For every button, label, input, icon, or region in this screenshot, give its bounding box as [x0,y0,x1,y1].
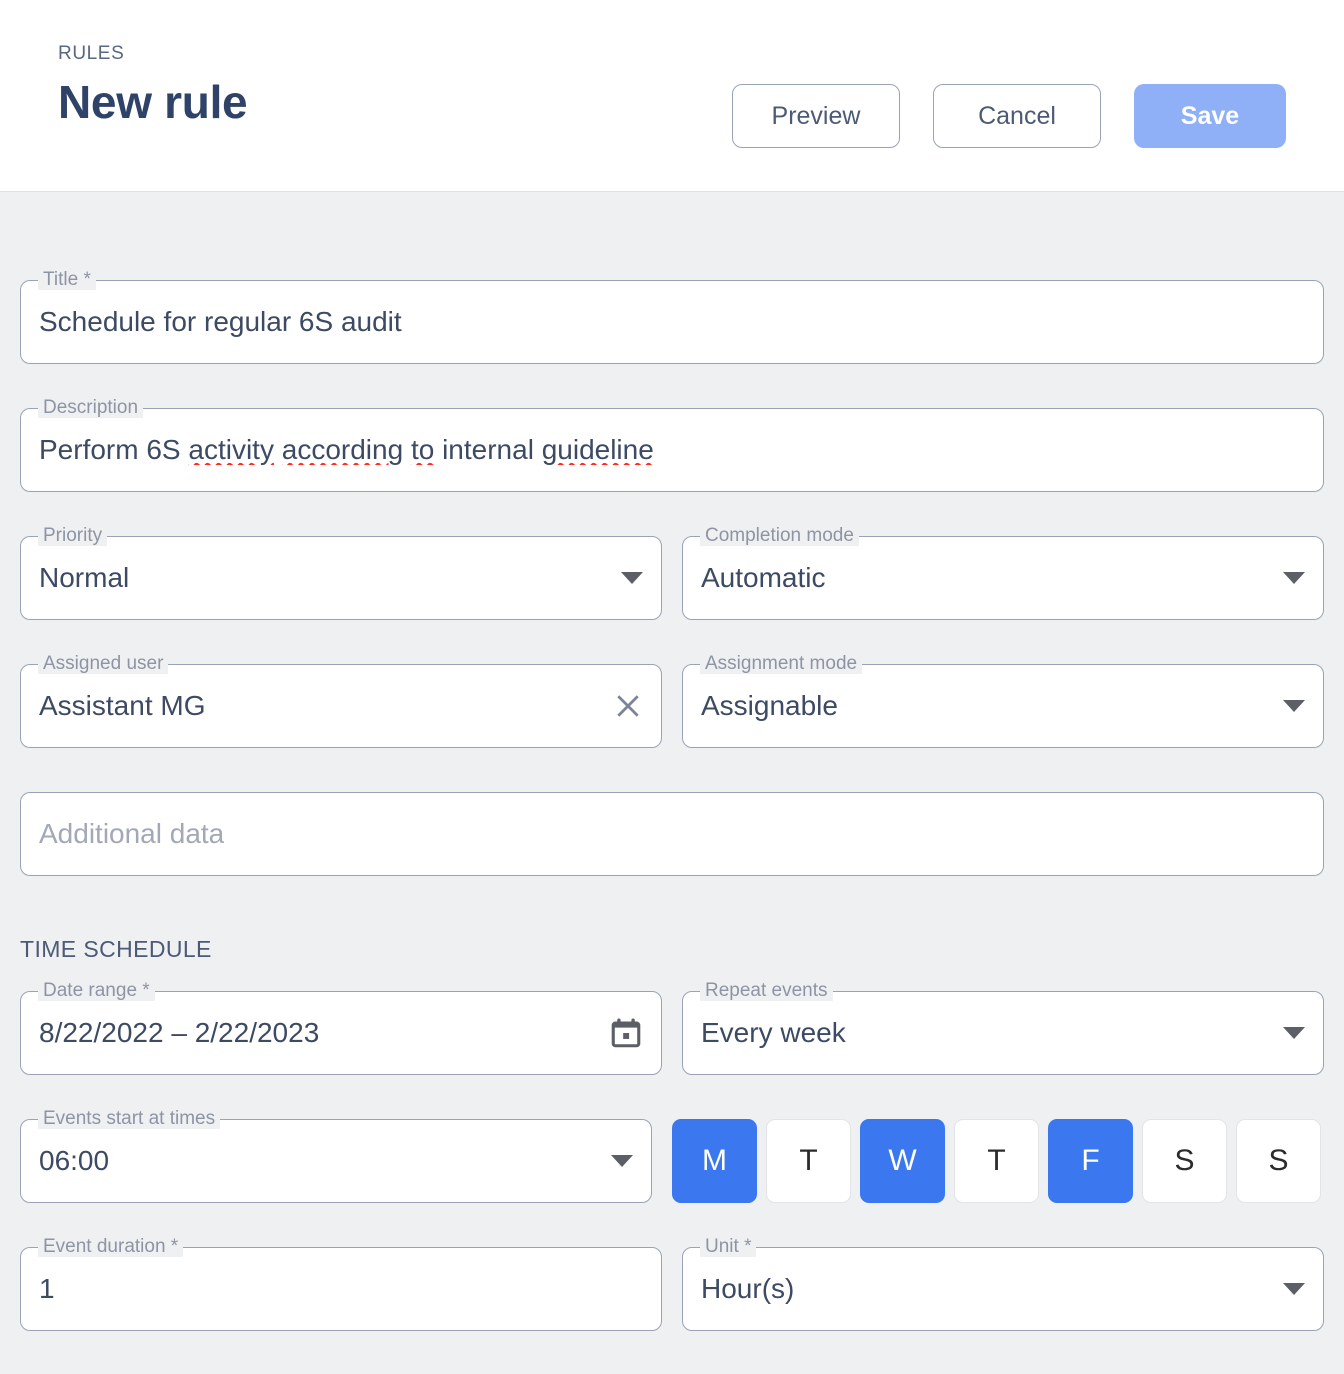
chevron-down-icon[interactable] [1283,1027,1305,1039]
date-range-label: Date range * [38,981,155,1001]
weekday-toggle-0[interactable]: M [672,1119,757,1203]
description-field-label: Description [38,398,144,418]
event-duration-label: Event duration * [38,1237,184,1257]
completion-mode-label: Completion mode [700,526,859,546]
completion-mode-value: Automatic [701,562,826,593]
misspelled-word: to [410,434,435,465]
misspelled-word: activity [188,434,274,465]
page-title: New rule [58,75,248,128]
weekday-toggle-3[interactable]: T [954,1119,1039,1203]
unit-select[interactable]: Unit * Hour(s) [682,1237,1324,1331]
start-times-days-row: Events start at times 06:00 MTWTFSS [20,1109,1324,1203]
chevron-down-icon[interactable] [1283,700,1305,712]
events-start-times-select[interactable]: Events start at times 06:00 [20,1109,652,1203]
priority-completion-row: Priority Normal Completion mode Automati… [20,526,1324,620]
calendar-icon[interactable] [609,1016,643,1050]
unit-value: Hour(s) [701,1273,795,1304]
title-input[interactable]: Schedule for regular 6S audit [39,307,402,338]
chevron-down-icon[interactable] [1283,1283,1305,1295]
description-input[interactable]: Perform 6S activity according to interna… [39,435,654,466]
chevron-down-icon[interactable] [611,1155,633,1167]
cancel-button[interactable]: Cancel [933,84,1101,148]
event-duration-field[interactable]: Event duration * 1 [20,1237,662,1331]
header-action-buttons: Preview Cancel Save [732,84,1286,148]
weekday-toggle-2[interactable]: W [860,1119,945,1203]
date-range-field[interactable]: Date range * 8/22/2022 – 2/22/2023 [20,981,662,1075]
repeat-events-select[interactable]: Repeat events Every week [682,981,1324,1075]
weekday-toggle-group: MTWTFSS [672,1119,1321,1203]
weekday-toggle-4[interactable]: F [1048,1119,1133,1203]
assigned-user-label: Assigned user [38,654,169,674]
save-button[interactable]: Save [1134,84,1286,148]
assignment-mode-label: Assignment mode [700,654,863,674]
completion-mode-select[interactable]: Completion mode Automatic [682,526,1324,620]
event-duration-input[interactable]: 1 [39,1274,55,1305]
chevron-down-icon[interactable] [1283,572,1305,584]
repeat-events-label: Repeat events [700,981,833,1001]
description-field[interactable]: Description Perform 6S activity accordin… [20,398,1324,492]
date-range-value[interactable]: 8/22/2022 – 2/22/2023 [39,1018,319,1049]
repeat-events-value: Every week [701,1017,846,1048]
assignment-mode-value: Assignable [701,690,838,721]
time-schedule-section-title: TIME SCHEDULE [20,936,212,962]
priority-label: Priority [38,526,108,546]
priority-value: Normal [39,562,130,593]
weekday-toggle-5[interactable]: S [1142,1119,1227,1203]
misspelled-word: according [281,434,404,465]
breadcrumb: RULES [58,43,125,64]
weekday-toggle-1[interactable]: T [766,1119,851,1203]
page-header-titles: RULES New rule [58,43,248,128]
assignment-row: Assigned user Assistant MG Assignment mo… [20,654,1324,748]
page-header: RULES New rule Preview Cancel Save [0,0,1344,192]
events-start-times-value: 06:00 [39,1145,110,1176]
date-repeat-row: Date range * 8/22/2022 – 2/22/2023 Repea… [20,981,1324,1075]
events-start-times-label: Events start at times [38,1109,221,1129]
assigned-user-value[interactable]: Assistant MG [39,691,205,722]
additional-data-field[interactable]: Additional data [20,792,1324,876]
additional-data-input[interactable]: Additional data [39,819,224,850]
unit-label: Unit * [700,1237,757,1257]
title-field-label: Title * [38,270,96,290]
weekday-toggle-6[interactable]: S [1236,1119,1321,1203]
close-icon[interactable] [613,691,643,721]
assignment-mode-select[interactable]: Assignment mode Assignable [682,654,1324,748]
rule-form: Title * Schedule for regular 6S audit De… [0,192,1344,1331]
preview-button[interactable]: Preview [732,84,900,148]
priority-select[interactable]: Priority Normal [20,526,662,620]
title-field[interactable]: Title * Schedule for regular 6S audit [20,270,1324,364]
assigned-user-field[interactable]: Assigned user Assistant MG [20,654,662,748]
duration-unit-row: Event duration * 1 Unit * Hour(s) [20,1237,1324,1331]
misspelled-word: guideline [541,434,654,465]
chevron-down-icon[interactable] [621,572,643,584]
